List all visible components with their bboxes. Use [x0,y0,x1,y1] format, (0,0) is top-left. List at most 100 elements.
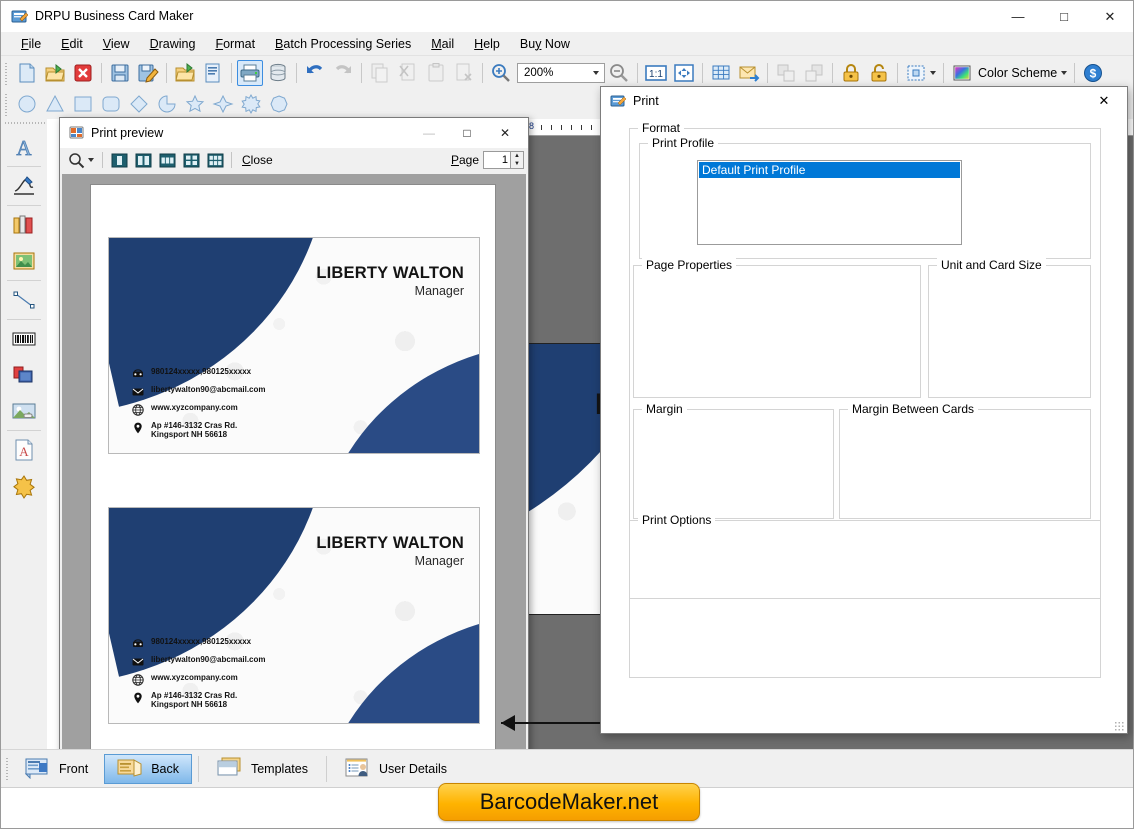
triangle-shape-icon[interactable] [42,91,68,117]
barcode-tool-icon[interactable] [7,322,41,356]
menu-drawing[interactable]: Drawing [140,34,206,54]
zoom-chevron-down-icon[interactable] [88,158,94,162]
new-document-icon[interactable] [14,60,40,86]
minimize-button[interactable]: — [995,1,1041,32]
menu-buy-now[interactable]: Buy Now [510,34,580,54]
text-tool-icon[interactable]: A [7,130,41,164]
preview-minimize-button[interactable]: — [410,118,448,147]
delete-icon[interactable] [451,60,477,86]
pie-shape-icon[interactable] [154,91,180,117]
toolbox-grip[interactable] [1,119,47,128]
print-icon[interactable] [237,59,263,86]
three-page-icon[interactable] [156,150,178,170]
print-dialog-close-button[interactable]: ✕ [1085,87,1123,115]
rounded-rectangle-shape-icon[interactable] [98,91,124,117]
preview-close-button[interactable]: ✕ [486,118,524,147]
align-chevron-down-icon[interactable] [930,70,936,75]
tab-front[interactable]: Front [13,754,100,784]
close-button[interactable]: ✕ [1087,1,1133,32]
email-icon[interactable] [736,60,762,86]
two-page-icon[interactable] [132,150,154,170]
barcode-library-icon[interactable] [7,208,41,242]
menu-view[interactable]: View [93,34,140,54]
unlock-icon[interactable] [866,60,892,86]
copy-icon[interactable] [367,60,393,86]
four-page-icon[interactable] [180,150,202,170]
fit-page-icon[interactable] [671,60,697,86]
star5-shape-icon[interactable] [182,91,208,117]
card-front-icon [24,757,51,782]
preview-maximize-button[interactable]: □ [448,118,486,147]
open-folder-icon[interactable] [42,60,68,86]
tab-user-details[interactable]: User Details [333,754,459,784]
color-scheme-chevron-down-icon[interactable] [1061,70,1068,75]
menu-mail[interactable]: Mail [421,34,464,54]
star4-shape-icon[interactable] [210,91,236,117]
rectangle-shape-icon[interactable] [70,91,96,117]
import-folder-icon[interactable] [172,60,198,86]
preview-close-menu-button[interactable]: Close [236,151,279,169]
zoom-out-icon[interactable] [606,60,632,86]
starburst-shape-icon[interactable] [238,91,264,117]
zoom-level-combobox[interactable]: 200% [517,62,605,83]
bottom-bar-grip[interactable] [4,756,11,782]
page-spinner[interactable]: ▲ ▼ [511,151,524,169]
paste-icon[interactable] [423,60,449,86]
color-scheme-label[interactable]: Color Scheme [978,66,1057,80]
menu-batch-processing-series[interactable]: Batch Processing Series [265,34,421,54]
margin-group-label: Margin [642,402,687,416]
menu-help[interactable]: Help [464,34,510,54]
tab-templates[interactable]: Templates [205,754,320,784]
print-preview-scroll-area[interactable]: LIBERTY WALTON Manager 980124xxxxx,98012… [62,174,526,751]
picture-tool-icon[interactable] [7,394,41,428]
actual-size-icon[interactable]: 1:1 [643,60,669,86]
tab-back[interactable]: Back [104,754,192,784]
preview-card-1[interactable]: LIBERTY WALTON Manager 980124xxxxx,98012… [108,237,480,454]
page-number-input[interactable]: 1 [483,151,511,169]
shape-stack-icon[interactable] [7,358,41,392]
diamond-shape-icon[interactable] [126,91,152,117]
ellipse-shape-icon[interactable] [14,91,40,117]
toolbar-grip[interactable] [3,60,10,85]
window-title: DRPU Business Card Maker [35,9,194,23]
undo-icon[interactable] [302,60,328,86]
redo-icon[interactable] [330,60,356,86]
database-icon[interactable] [265,60,291,86]
watermark-text-icon[interactable]: A [7,433,41,467]
zoom-in-icon[interactable] [488,60,514,86]
bring-front-icon[interactable] [773,60,799,86]
report-icon[interactable] [200,60,226,86]
close-icon: ✕ [1104,8,1116,24]
menu-edit[interactable]: Edit [51,34,93,54]
line-tool-icon[interactable] [7,283,41,317]
close-document-icon[interactable] [70,60,96,86]
menu-format[interactable]: Format [205,34,265,54]
preview-card-2[interactable]: LIBERTY WALTON Manager 980124xxxxx,98012… [108,507,480,724]
dialog-resize-grip[interactable] [1114,721,1124,731]
clipart-tool-icon[interactable] [7,469,41,503]
lock-icon[interactable] [838,60,864,86]
six-page-icon[interactable] [204,150,226,170]
cut-icon[interactable] [395,60,421,86]
print-profile-listbox[interactable]: Default Print Profile [697,160,962,245]
signature-tool-icon[interactable] [7,169,41,203]
send-back-icon[interactable] [801,60,827,86]
magnifier-icon[interactable] [65,150,87,170]
polygon-shape-icon[interactable] [266,91,292,117]
align-icon[interactable] [903,60,929,86]
color-scheme-icon[interactable] [949,60,975,86]
one-page-icon[interactable] [108,150,130,170]
save-icon[interactable] [107,60,133,86]
page-spin-up-icon[interactable]: ▲ [511,152,523,160]
menu-file[interactable]: File [11,34,51,54]
page-spin-down-icon[interactable]: ▼ [511,160,523,168]
print-options-group-label: Print Options [638,513,716,527]
shapes-toolbar-grip[interactable] [3,91,10,116]
print-profile-selected-item[interactable]: Default Print Profile [699,162,960,178]
maximize-button[interactable]: □ [1041,1,1087,32]
save-as-icon[interactable] [135,60,161,86]
user-details-icon [345,757,371,782]
image-tool-icon[interactable] [7,244,41,278]
buy-now-icon[interactable]: $ [1080,60,1106,86]
grid-icon[interactable] [708,60,734,86]
